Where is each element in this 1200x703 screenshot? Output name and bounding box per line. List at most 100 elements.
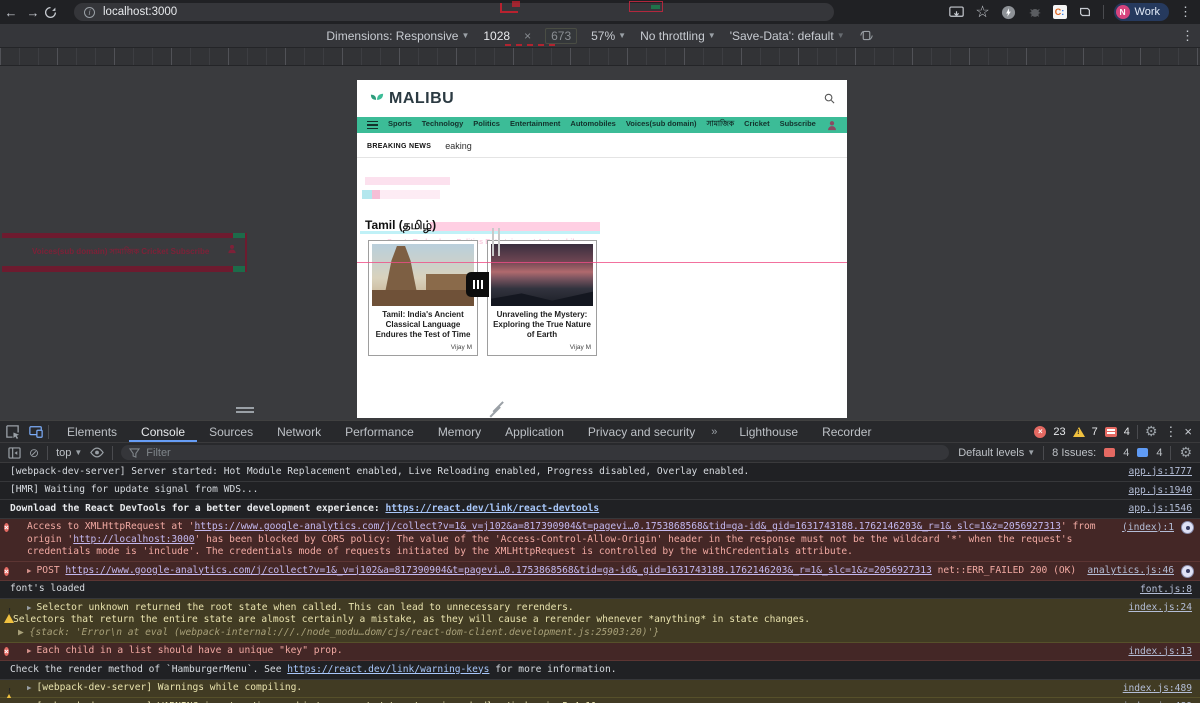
extension-badge-icon[interactable] [1181,565,1194,578]
search-icon[interactable] [824,93,835,104]
console-context-select[interactable]: top▼ [56,447,82,459]
error-count[interactable]: 23 [1053,426,1065,438]
console-row: Download the React DevTools for a better… [0,500,1200,519]
story-card[interactable]: Unraveling the Mystery: Exploring the Tr… [487,240,597,356]
brand-logo[interactable]: MALIBU [369,90,454,108]
source-link[interactable]: index.js:24 [1128,602,1192,615]
extension-bug-icon[interactable] [1027,4,1043,20]
eye-icon[interactable] [90,447,104,458]
devicebar-menu-button[interactable]: ⋮ [1181,28,1194,44]
nav-item-subscribe[interactable]: Subscribe [780,119,816,131]
expand-icon[interactable]: ▶ [27,603,32,612]
nav-item-automobiles[interactable]: Automobiles [570,119,615,131]
warning-count-icon[interactable]: ! [1073,427,1085,437]
nav-item-cricket[interactable]: Cricket [744,119,769,131]
console-link[interactable]: https://react.dev/link/warning-keys [287,664,489,675]
devtools-menu-button[interactable]: ⋮ [1164,424,1177,440]
inspect-element-icon[interactable] [0,424,24,439]
story-card[interactable]: Tamil: India's Ancient Classical Languag… [368,240,478,356]
tab-privacy-and-security[interactable]: Privacy and security [576,421,707,442]
forward-button[interactable]: → [22,5,44,20]
resize-grip[interactable] [489,402,503,416]
back-button[interactable]: ← [0,5,22,20]
devtools-settings-icon[interactable]: ⚙ [1145,424,1158,440]
clear-console-icon[interactable]: ⊘ [29,446,39,460]
tab-performance[interactable]: Performance [333,421,426,442]
browser-menu-button[interactable]: ⋮ [1179,4,1192,20]
nav-item--[interactable]: সামাজিক [707,119,735,131]
throttling-select[interactable]: No throttling▼ [640,29,716,43]
page-scrollbar[interactable] [492,228,500,256]
bookmark-star-icon[interactable]: ☆ [975,4,991,20]
hamburger-menu-icon[interactable] [367,121,378,130]
console-link[interactable]: https://react.dev/link/react-devtools [385,503,599,514]
nav-item-technology[interactable]: Technology [422,119,464,131]
issue-count[interactable]: 4 [1124,426,1130,438]
zoom-select[interactable]: 57%▼ [591,29,626,43]
device-toolbar-icon[interactable] [24,425,48,439]
nav-item-politics[interactable]: Politics [473,119,500,131]
height-input[interactable]: 673 [545,28,577,44]
devtools-tabbar: ElementsConsoleSourcesNetworkPerformance… [0,420,1200,443]
expand-icon[interactable]: ▶ [27,566,32,575]
source-link[interactable]: app.js:1940 [1128,485,1192,498]
reload-button[interactable] [44,6,66,19]
console-link[interactable]: https://www.google-analytics.com/j/colle… [65,565,931,576]
devtools-drag-handle[interactable] [236,407,254,415]
extension-colorzilla-icon[interactable]: C: [1053,5,1067,19]
rotate-icon[interactable] [859,29,874,42]
console-row: !▶[webpack-dev-server] Warnings while co… [0,680,1200,699]
side-widget-button[interactable] [466,272,489,297]
issues-blue-count[interactable]: 4 [1156,447,1162,459]
close-devtools-button[interactable]: × [1184,424,1192,439]
source-link[interactable]: (index):1 [1122,522,1174,535]
extension-lightning-icon[interactable] [1001,4,1017,20]
device-dimensions-select[interactable]: Dimensions: Responsive▼ [326,29,469,43]
tab-sources[interactable]: Sources [197,421,265,442]
nav-item-sports[interactable]: Sports [388,119,412,131]
tab-network[interactable]: Network [265,421,333,442]
source-link[interactable]: analytics.js:46 [1087,565,1174,578]
console-link[interactable]: http://localhost:3000 [73,534,194,545]
tab-recorder[interactable]: Recorder [810,421,883,442]
console-settings-icon[interactable]: ⚙ [1179,445,1192,461]
source-link[interactable]: app.js:1777 [1128,466,1192,479]
source-link[interactable]: app.js:1546 [1128,503,1192,516]
brand-name: MALIBU [389,90,454,108]
width-input[interactable]: 1028 [483,29,510,43]
url-bar[interactable]: i localhost:3000 [74,3,834,21]
issues-summary-label[interactable]: 8 Issues: [1052,447,1096,459]
nav-item-voices-sub-domain-[interactable]: Voices(sub domain) [626,119,697,131]
extension-box-icon[interactable] [1077,4,1093,20]
issues-red-count[interactable]: 4 [1123,447,1129,459]
story-cards: Tamil: India's Ancient Classical Languag… [368,240,597,356]
save-data-select[interactable]: 'Save-Data': default▼ [730,29,845,43]
source-link[interactable]: font.js:8 [1140,584,1192,597]
tab-console[interactable]: Console [129,421,197,442]
issues-red-icon[interactable] [1104,448,1115,457]
expand-icon[interactable]: ▶ [27,646,32,655]
tab-memory[interactable]: Memory [426,421,493,442]
expand-icon[interactable]: ▶ [27,683,32,692]
site-info-icon[interactable]: i [84,7,95,18]
tab-application[interactable]: Application [493,421,576,442]
cast-icon[interactable] [949,4,965,20]
source-link[interactable]: index.js:489 [1123,683,1192,696]
source-link[interactable]: index.js:13 [1128,646,1192,659]
extension-badge-icon[interactable] [1181,521,1194,534]
console-sidebar-icon[interactable] [8,447,21,459]
console-link[interactable]: https://www.google-analytics.com/j/colle… [195,521,1061,532]
issues-icon[interactable] [1105,427,1117,437]
tab-lighthouse[interactable]: Lighthouse [727,421,810,442]
nav-item-entertainment[interactable]: Entertainment [510,119,560,131]
log-levels-select[interactable]: Default levels▼ [958,447,1035,459]
user-icon[interactable] [827,120,837,131]
url-text[interactable]: localhost:3000 [103,6,177,18]
issues-blue-icon[interactable] [1137,448,1148,457]
profile-chip[interactable]: N Work [1114,3,1169,21]
error-count-icon[interactable]: × [1034,426,1046,438]
warning-count[interactable]: 7 [1092,426,1098,438]
tab-elements[interactable]: Elements [55,421,129,442]
more-tabs-chevron[interactable]: » [707,426,721,438]
console-filter-input[interactable]: Filter [121,445,949,460]
